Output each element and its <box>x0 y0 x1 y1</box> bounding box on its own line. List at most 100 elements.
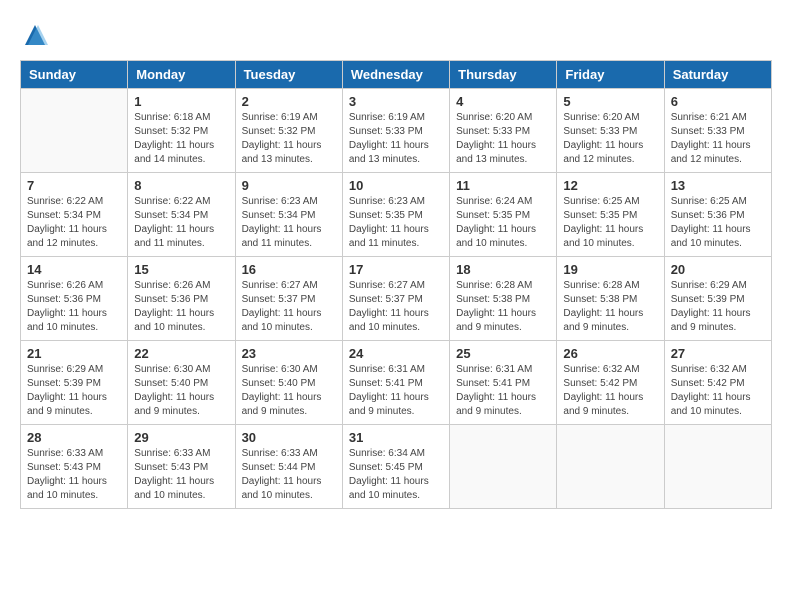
day-number: 13 <box>671 178 765 193</box>
day-of-week-header: Sunday <box>21 61 128 89</box>
day-info: Sunrise: 6:25 AM Sunset: 5:35 PM Dayligh… <box>563 195 657 251</box>
calendar-cell: 1 Sunrise: 6:18 AM Sunset: 5:32 PM Daylig… <box>128 89 235 173</box>
calendar-week-row: 14 Sunrise: 6:26 AM Sunset: 5:36 PM Dayli… <box>21 257 772 341</box>
calendar-cell: 5 Sunrise: 6:20 AM Sunset: 5:33 PM Daylig… <box>557 89 664 173</box>
day-of-week-header: Thursday <box>450 61 557 89</box>
calendar-cell: 25 Sunrise: 6:31 AM Sunset: 5:41 PM Dayli… <box>450 341 557 425</box>
day-number: 19 <box>563 262 657 277</box>
calendar-cell: 17 Sunrise: 6:27 AM Sunset: 5:37 PM Dayli… <box>342 257 449 341</box>
calendar-cell: 23 Sunrise: 6:30 AM Sunset: 5:40 PM Dayli… <box>235 341 342 425</box>
calendar-week-row: 1 Sunrise: 6:18 AM Sunset: 5:32 PM Daylig… <box>21 89 772 173</box>
calendar-cell: 7 Sunrise: 6:22 AM Sunset: 5:34 PM Daylig… <box>21 173 128 257</box>
calendar-cell: 11Sunrise: 6:24 AM Sunset: 5:35 PM Dayli… <box>450 173 557 257</box>
calendar-header-row: SundayMondayTuesdayWednesdayThursdayFrid… <box>21 61 772 89</box>
calendar-cell <box>664 425 771 509</box>
day-of-week-header: Saturday <box>664 61 771 89</box>
day-number: 9 <box>242 178 336 193</box>
day-number: 16 <box>242 262 336 277</box>
day-of-week-header: Tuesday <box>235 61 342 89</box>
day-info: Sunrise: 6:21 AM Sunset: 5:33 PM Dayligh… <box>671 111 765 167</box>
calendar-week-row: 28Sunrise: 6:33 AM Sunset: 5:43 PM Dayli… <box>21 425 772 509</box>
calendar-cell: 27 Sunrise: 6:32 AM Sunset: 5:42 PM Dayli… <box>664 341 771 425</box>
day-info: Sunrise: 6:29 AM Sunset: 5:39 PM Dayligh… <box>27 363 121 419</box>
day-info: Sunrise: 6:34 AM Sunset: 5:45 PM Dayligh… <box>349 447 443 503</box>
calendar-table: SundayMondayTuesdayWednesdayThursdayFrid… <box>20 60 772 509</box>
day-number: 30 <box>242 430 336 445</box>
calendar-cell: 26 Sunrise: 6:32 AM Sunset: 5:42 PM Dayli… <box>557 341 664 425</box>
day-number: 7 <box>27 178 121 193</box>
day-number: 31 <box>349 430 443 445</box>
day-of-week-header: Monday <box>128 61 235 89</box>
calendar-cell <box>557 425 664 509</box>
calendar-cell: 8 Sunrise: 6:22 AM Sunset: 5:34 PM Daylig… <box>128 173 235 257</box>
day-number: 8 <box>134 178 228 193</box>
logo-icon <box>20 20 50 50</box>
day-number: 14 <box>27 262 121 277</box>
day-info: Sunrise: 6:20 AM Sunset: 5:33 PM Dayligh… <box>456 111 550 167</box>
calendar-cell: 6 Sunrise: 6:21 AM Sunset: 5:33 PM Daylig… <box>664 89 771 173</box>
logo <box>20 20 50 50</box>
day-info: Sunrise: 6:26 AM Sunset: 5:36 PM Dayligh… <box>27 279 121 335</box>
calendar-cell: 13Sunrise: 6:25 AM Sunset: 5:36 PM Dayli… <box>664 173 771 257</box>
day-info: Sunrise: 6:32 AM Sunset: 5:42 PM Dayligh… <box>671 363 765 419</box>
day-info: Sunrise: 6:27 AM Sunset: 5:37 PM Dayligh… <box>349 279 443 335</box>
day-number: 29 <box>134 430 228 445</box>
day-info: Sunrise: 6:19 AM Sunset: 5:33 PM Dayligh… <box>349 111 443 167</box>
calendar-cell: 21Sunrise: 6:29 AM Sunset: 5:39 PM Dayli… <box>21 341 128 425</box>
day-info: Sunrise: 6:23 AM Sunset: 5:34 PM Dayligh… <box>242 195 336 251</box>
calendar-cell: 28Sunrise: 6:33 AM Sunset: 5:43 PM Dayli… <box>21 425 128 509</box>
calendar-week-row: 7 Sunrise: 6:22 AM Sunset: 5:34 PM Daylig… <box>21 173 772 257</box>
calendar-cell: 20Sunrise: 6:29 AM Sunset: 5:39 PM Dayli… <box>664 257 771 341</box>
day-info: Sunrise: 6:19 AM Sunset: 5:32 PM Dayligh… <box>242 111 336 167</box>
day-number: 5 <box>563 94 657 109</box>
calendar-cell: 22 Sunrise: 6:30 AM Sunset: 5:40 PM Dayli… <box>128 341 235 425</box>
calendar-cell: 2 Sunrise: 6:19 AM Sunset: 5:32 PM Daylig… <box>235 89 342 173</box>
day-number: 12 <box>563 178 657 193</box>
day-info: Sunrise: 6:31 AM Sunset: 5:41 PM Dayligh… <box>349 363 443 419</box>
day-number: 1 <box>134 94 228 109</box>
day-number: 3 <box>349 94 443 109</box>
day-info: Sunrise: 6:28 AM Sunset: 5:38 PM Dayligh… <box>563 279 657 335</box>
day-info: Sunrise: 6:30 AM Sunset: 5:40 PM Dayligh… <box>242 363 336 419</box>
day-info: Sunrise: 6:27 AM Sunset: 5:37 PM Dayligh… <box>242 279 336 335</box>
day-info: Sunrise: 6:33 AM Sunset: 5:44 PM Dayligh… <box>242 447 336 503</box>
day-info: Sunrise: 6:23 AM Sunset: 5:35 PM Dayligh… <box>349 195 443 251</box>
day-info: Sunrise: 6:28 AM Sunset: 5:38 PM Dayligh… <box>456 279 550 335</box>
day-number: 11 <box>456 178 550 193</box>
day-number: 10 <box>349 178 443 193</box>
day-number: 24 <box>349 346 443 361</box>
day-number: 17 <box>349 262 443 277</box>
day-number: 26 <box>563 346 657 361</box>
calendar-cell: 3 Sunrise: 6:19 AM Sunset: 5:33 PM Daylig… <box>342 89 449 173</box>
day-number: 2 <box>242 94 336 109</box>
day-info: Sunrise: 6:31 AM Sunset: 5:41 PM Dayligh… <box>456 363 550 419</box>
calendar-cell: 30 Sunrise: 6:33 AM Sunset: 5:44 PM Dayli… <box>235 425 342 509</box>
day-number: 23 <box>242 346 336 361</box>
calendar-cell <box>21 89 128 173</box>
calendar-cell: 12 Sunrise: 6:25 AM Sunset: 5:35 PM Dayli… <box>557 173 664 257</box>
day-info: Sunrise: 6:18 AM Sunset: 5:32 PM Dayligh… <box>134 111 228 167</box>
calendar-cell: 18 Sunrise: 6:28 AM Sunset: 5:38 PM Dayli… <box>450 257 557 341</box>
day-number: 18 <box>456 262 550 277</box>
day-info: Sunrise: 6:32 AM Sunset: 5:42 PM Dayligh… <box>563 363 657 419</box>
calendar-cell: 10 Sunrise: 6:23 AM Sunset: 5:35 PM Dayli… <box>342 173 449 257</box>
day-info: Sunrise: 6:26 AM Sunset: 5:36 PM Dayligh… <box>134 279 228 335</box>
day-number: 27 <box>671 346 765 361</box>
day-number: 6 <box>671 94 765 109</box>
day-info: Sunrise: 6:33 AM Sunset: 5:43 PM Dayligh… <box>134 447 228 503</box>
day-number: 25 <box>456 346 550 361</box>
calendar-week-row: 21Sunrise: 6:29 AM Sunset: 5:39 PM Dayli… <box>21 341 772 425</box>
page-header <box>20 20 772 50</box>
day-of-week-header: Friday <box>557 61 664 89</box>
calendar-cell: 16 Sunrise: 6:27 AM Sunset: 5:37 PM Dayli… <box>235 257 342 341</box>
day-number: 22 <box>134 346 228 361</box>
day-number: 4 <box>456 94 550 109</box>
day-info: Sunrise: 6:22 AM Sunset: 5:34 PM Dayligh… <box>134 195 228 251</box>
calendar-cell: 31 Sunrise: 6:34 AM Sunset: 5:45 PM Dayli… <box>342 425 449 509</box>
day-info: Sunrise: 6:22 AM Sunset: 5:34 PM Dayligh… <box>27 195 121 251</box>
day-info: Sunrise: 6:20 AM Sunset: 5:33 PM Dayligh… <box>563 111 657 167</box>
day-number: 20 <box>671 262 765 277</box>
day-of-week-header: Wednesday <box>342 61 449 89</box>
day-info: Sunrise: 6:30 AM Sunset: 5:40 PM Dayligh… <box>134 363 228 419</box>
day-number: 15 <box>134 262 228 277</box>
